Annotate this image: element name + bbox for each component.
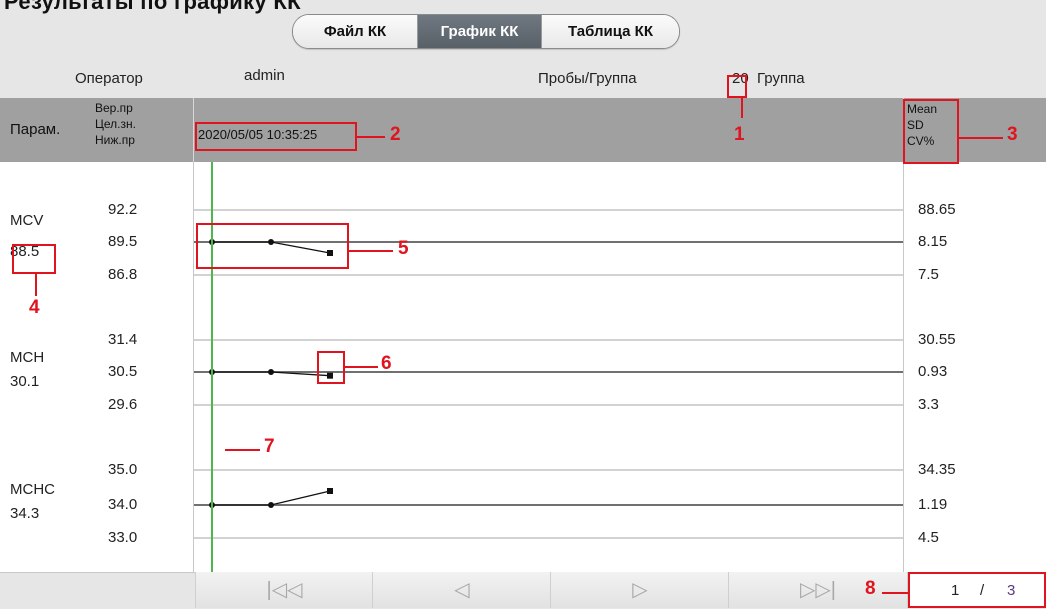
mcv-points-highlight — [196, 223, 349, 269]
target-value: 30.5 — [108, 363, 138, 380]
cv-value: 3.3 — [918, 396, 939, 413]
callout-2: 2 — [390, 124, 401, 145]
tab-qc-chart[interactable]: График КК — [418, 15, 542, 48]
callout-1: 1 — [734, 124, 745, 145]
samples-value-highlight — [727, 75, 747, 98]
page-indicator-highlight — [908, 572, 1046, 608]
param-name: MCHC — [10, 481, 55, 498]
upper-limit-value: 31.4 — [108, 331, 138, 348]
first-page-icon: |◁◁ — [266, 579, 303, 601]
callout-line-7 — [225, 449, 260, 451]
param-value: 30.1 — [10, 373, 40, 390]
tab-qc-file[interactable]: Файл КК — [293, 15, 418, 48]
cv-value: 7.5 — [918, 266, 939, 283]
callout-5: 5 — [398, 238, 409, 259]
mch-point-highlight — [317, 351, 345, 384]
lower-limit-label: Ниж.пр — [95, 133, 135, 147]
callout-line-5 — [349, 250, 393, 252]
param-column-label: Парам. — [10, 121, 61, 138]
lower-limit-value: 86.8 — [108, 266, 138, 283]
next-page-icon: ▷ — [632, 579, 648, 601]
mean-value: 30.55 — [918, 331, 956, 348]
upper-limit-value: 35.0 — [108, 461, 138, 478]
next-page-button[interactable]: ▷ — [550, 572, 729, 608]
callout-line-2 — [357, 136, 385, 138]
callout-8: 8 — [865, 578, 876, 599]
callout-6: 6 — [381, 353, 392, 374]
mean-value: 88.65 — [918, 201, 956, 218]
upper-limit-value: 92.2 — [108, 201, 138, 218]
plot-border-right — [903, 162, 904, 572]
callout-line-6 — [345, 366, 378, 368]
callout-line-8 — [882, 592, 908, 594]
callout-4: 4 — [29, 297, 40, 318]
cv-value: 4.5 — [918, 529, 939, 546]
stats-header-highlight — [903, 99, 959, 164]
page-indicator: 1 / 3 — [908, 572, 1046, 608]
current-page: 1 — [951, 582, 960, 599]
prev-page-icon: ◁ — [454, 579, 470, 601]
upper-limit-label: Вер.пр — [95, 101, 133, 115]
last-page-button[interactable]: ▷▷| — [728, 572, 908, 608]
page-separator: / — [980, 582, 985, 599]
lower-limit-value: 29.6 — [108, 396, 138, 413]
param-name: MCH — [10, 349, 45, 366]
column-header: Парам. Вер.пр Цел.зн. Ниж.пр 2020/05/05 … — [0, 98, 1046, 162]
callout-line-3 — [959, 137, 1003, 139]
first-page-button[interactable]: |◁◁ — [195, 572, 373, 608]
operator-value: admin — [244, 67, 285, 84]
target-value-label: Цел.зн. — [95, 117, 136, 131]
target-value: 34.0 — [108, 496, 138, 513]
lower-limit-value: 33.0 — [108, 529, 138, 546]
callout-line-1 — [741, 98, 743, 118]
group-label: Группа — [757, 70, 805, 87]
header-separator-left — [193, 98, 194, 162]
info-row: Оператор admin Пробы/Группа 20 Группа — [0, 60, 1046, 98]
last-page-icon: ▷▷| — [800, 579, 836, 601]
target-value: 89.5 — [108, 233, 138, 250]
mean-value: 34.35 — [918, 461, 956, 478]
callout-7: 7 — [264, 436, 275, 457]
param-name: MCV — [10, 212, 44, 229]
callout-line-4 — [35, 274, 37, 296]
tab-qc-table[interactable]: Таблица КК — [542, 15, 679, 48]
operator-label: Оператор — [75, 70, 143, 87]
datetime-highlight — [195, 122, 357, 151]
qc-data-point[interactable] — [268, 369, 274, 375]
mcv-value-highlight — [12, 244, 56, 274]
sd-value: 8.15 — [918, 233, 948, 250]
callout-3: 3 — [1007, 124, 1018, 145]
page-title: Результаты по графику КК — [4, 0, 301, 14]
prev-page-button[interactable]: ◁ — [372, 572, 551, 608]
tab-bar: Файл КК График КК Таблица КК — [292, 14, 680, 49]
qc-data-point[interactable] — [268, 502, 274, 508]
qc-data-point[interactable] — [327, 488, 333, 494]
samples-label: Пробы/Группа — [538, 70, 637, 87]
sd-value: 1.19 — [918, 496, 948, 513]
sd-value: 0.93 — [918, 363, 948, 380]
total-pages: 3 — [1007, 582, 1016, 599]
param-value: 34.3 — [10, 505, 40, 522]
